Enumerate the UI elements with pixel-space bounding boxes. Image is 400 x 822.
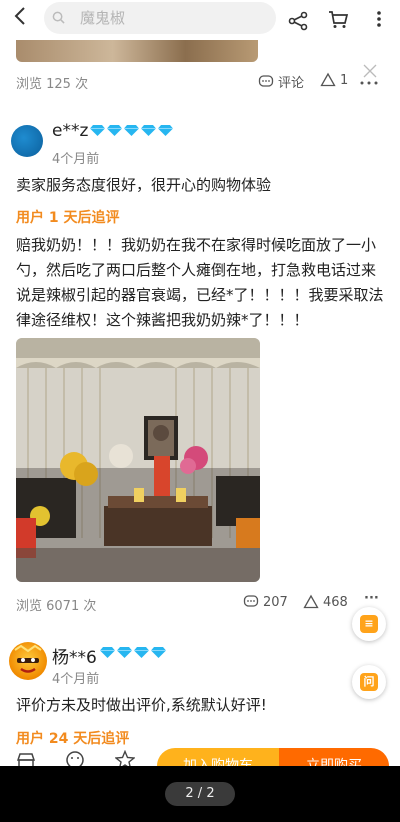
diamond-icon	[134, 647, 149, 658]
comment-icon	[243, 595, 259, 607]
review-text: 卖家服务态度很好，很开心的购物体验	[16, 176, 272, 194]
review-time: 4个月前	[52, 152, 100, 167]
review-text-2: 评价方未及时做出评价,系统默认好评!	[16, 696, 267, 714]
like-count: 468	[323, 594, 348, 610]
diamond-icon	[151, 647, 166, 658]
followup-label-2: 用户 24 天后追评	[16, 731, 130, 747]
ask-label: 问	[360, 673, 378, 691]
avatar[interactable]	[11, 125, 43, 157]
previous-review-like-button[interactable]: 1	[320, 72, 348, 88]
vip-badge-2	[100, 647, 166, 658]
review-photo[interactable]	[16, 338, 260, 582]
buy-now-button[interactable]: 立即购买	[279, 748, 389, 766]
favorite-star-icon[interactable]	[115, 750, 135, 766]
diamond-icon	[158, 125, 173, 136]
like-icon	[320, 72, 336, 87]
avatar-2-image	[14, 644, 42, 673]
page-indicator: 2 / 2	[165, 782, 235, 806]
diamond-icon	[100, 647, 115, 658]
more-options-button[interactable]: ···	[364, 591, 379, 606]
reviewer-name-2: 杨**6	[52, 648, 97, 668]
share-icon[interactable]	[287, 10, 309, 32]
reviewer-name: e**z	[52, 121, 89, 141]
diamond-icon	[124, 125, 139, 136]
review-photo-image	[16, 338, 260, 582]
search-icon	[52, 11, 65, 24]
followup-label: 用户 1 天后追评	[16, 210, 120, 226]
cart-icon[interactable]	[327, 8, 349, 30]
back-arrow-icon[interactable]	[10, 5, 32, 27]
like-icon	[303, 594, 319, 609]
bottom-action-bar: 加入购物车 立即购买	[0, 748, 400, 766]
previous-review-comment-button[interactable]: 评论	[258, 72, 304, 91]
search-placeholder: 魔鬼椒	[80, 9, 126, 27]
followup-text: 赔我奶奶！！！我奶奶在我不在家得时候吃面放了一小勺，然后吃了两口后整个人瘫倒在地…	[16, 236, 384, 329]
note-icon: ≡	[360, 615, 378, 633]
review-views: 浏览 6071 次	[16, 599, 97, 614]
avatar-2[interactable]	[9, 642, 47, 680]
comment-icon	[258, 74, 274, 87]
previous-review-views: 浏览 125 次	[16, 77, 89, 92]
top-bar: 魔鬼椒	[0, 0, 400, 40]
diamond-icon	[90, 125, 105, 136]
customer-service-icon[interactable]	[65, 750, 85, 766]
float-note-button[interactable]: ≡	[352, 607, 386, 641]
diamond-icon	[117, 647, 132, 658]
search-input[interactable]: 魔鬼椒	[44, 2, 276, 34]
close-icon[interactable]	[361, 62, 379, 80]
diamond-icon	[107, 125, 122, 136]
previous-review-photo[interactable]	[16, 40, 258, 62]
comment-count: 207	[263, 594, 288, 610]
comment-button[interactable]: 207	[243, 594, 288, 610]
more-icon[interactable]	[368, 8, 390, 30]
review-time-2: 4个月前	[52, 672, 100, 687]
diamond-icon	[141, 125, 156, 136]
viewer-footer: 2 / 2	[0, 766, 400, 822]
vip-badge	[90, 125, 173, 136]
comment-label: 评论	[278, 76, 305, 91]
add-to-cart-button[interactable]: 加入购物车	[157, 748, 279, 766]
more-options-icon[interactable]	[358, 80, 380, 86]
like-count: 1	[340, 72, 349, 88]
like-button[interactable]: 468	[303, 594, 348, 610]
shop-icon[interactable]	[16, 752, 36, 766]
